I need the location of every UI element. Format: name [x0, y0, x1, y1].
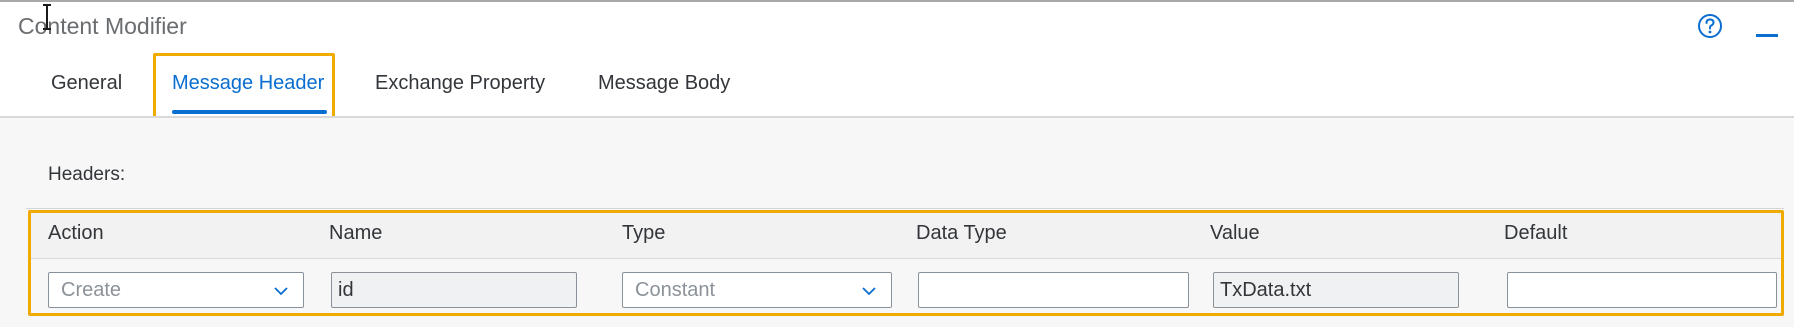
table-highlight-frame: [28, 210, 1784, 316]
window-top-border: [0, 0, 1794, 2]
tab-exchange-property[interactable]: Exchange Property: [375, 72, 545, 95]
tab-general[interactable]: General: [51, 72, 122, 95]
table-divider: [26, 208, 1784, 209]
tab-highlight-frame: [153, 53, 335, 120]
text-cursor-icon: [43, 4, 51, 30]
help-circle-icon[interactable]: [1697, 13, 1723, 39]
minimize-icon[interactable]: [1756, 34, 1778, 37]
tab-message-body[interactable]: Message Body: [598, 72, 730, 95]
headers-section-label: Headers:: [48, 164, 126, 185]
